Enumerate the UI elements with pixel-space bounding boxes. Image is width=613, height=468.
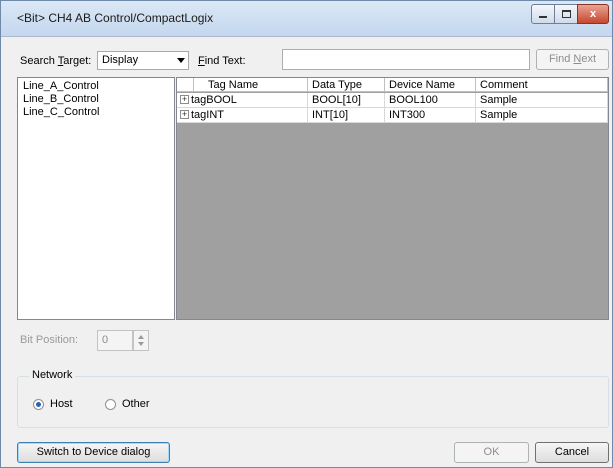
- cell-tag-name: tagINT: [191, 109, 225, 121]
- cell-comment[interactable]: Sample: [476, 93, 608, 108]
- column-header-tag-name[interactable]: Tag Name: [194, 78, 308, 92]
- cancel-button[interactable]: Cancel: [535, 442, 609, 463]
- maximize-button[interactable]: [554, 4, 578, 24]
- find-next-suffix: ext: [581, 53, 597, 65]
- radio-other[interactable]: [105, 399, 116, 410]
- find-text-label-suffix: ind Text:: [204, 55, 246, 67]
- spin-down-icon[interactable]: [138, 342, 144, 346]
- column-header-data-type[interactable]: Data Type: [308, 78, 385, 92]
- bit-position-input[interactable]: 0: [97, 330, 133, 351]
- search-target-select[interactable]: Display: [97, 51, 189, 70]
- row-header-corner: [177, 78, 194, 92]
- minimize-button[interactable]: [531, 4, 555, 24]
- radio-host[interactable]: [33, 399, 44, 410]
- ok-button[interactable]: OK: [454, 442, 529, 463]
- bit-position-label: Bit Position:: [20, 334, 79, 346]
- search-target-label-suffix: arget:: [63, 55, 92, 67]
- search-target-label: Search Target:: [20, 55, 91, 67]
- minimize-icon: [539, 16, 547, 18]
- chevron-down-icon[interactable]: [177, 58, 185, 63]
- list-item[interactable]: Line_A_Control: [23, 80, 99, 92]
- cell-device-name[interactable]: INT300: [385, 108, 476, 123]
- expand-icon[interactable]: +: [180, 110, 189, 119]
- title-bar[interactable]: <Bit> CH4 AB Control/CompactLogix x: [1, 1, 612, 37]
- find-text-input[interactable]: [282, 49, 530, 70]
- cell-tag-name: tagBOOL: [191, 94, 237, 106]
- list-item[interactable]: Line_B_Control: [23, 93, 99, 105]
- tag-browser-dialog: <Bit> CH4 AB Control/CompactLogix x Sear…: [0, 0, 613, 468]
- column-header-comment[interactable]: Comment: [476, 78, 608, 92]
- search-target-label-prefix: Search: [20, 55, 58, 67]
- network-group-title: Network: [29, 369, 76, 381]
- spin-up-icon[interactable]: [138, 335, 144, 339]
- controller-list[interactable]: Line_A_Control Line_B_Control Line_C_Con…: [17, 77, 175, 320]
- search-target-value: Display: [102, 54, 139, 66]
- table-row[interactable]: + tagBOOL: [177, 93, 308, 108]
- find-next-prefix: Find: [548, 53, 574, 65]
- table-row[interactable]: + tagINT: [177, 108, 308, 123]
- cell-comment[interactable]: Sample: [476, 108, 608, 123]
- close-icon: x: [589, 8, 597, 20]
- switch-to-device-button[interactable]: Switch to Device dialog: [17, 442, 170, 463]
- cell-device-name[interactable]: BOOL100: [385, 93, 476, 108]
- find-text-label: Find Text:: [198, 55, 246, 67]
- close-button[interactable]: x: [577, 4, 609, 24]
- radio-other-label[interactable]: Other: [122, 398, 150, 410]
- tag-table[interactable]: Tag Name Data Type Device Name Comment +…: [176, 77, 609, 320]
- window-title: <Bit> CH4 AB Control/CompactLogix: [17, 11, 214, 25]
- column-header-device-name[interactable]: Device Name: [385, 78, 476, 92]
- find-text-label-hotkey: F: [198, 55, 205, 67]
- find-next-button[interactable]: Find Next: [536, 49, 609, 70]
- cell-data-type[interactable]: INT[10]: [308, 108, 385, 123]
- bit-position-spinner[interactable]: [133, 330, 149, 351]
- expand-icon[interactable]: +: [180, 95, 189, 104]
- cell-data-type[interactable]: BOOL[10]: [308, 93, 385, 108]
- radio-host-label[interactable]: Host: [50, 398, 73, 410]
- list-item[interactable]: Line_C_Control: [23, 106, 99, 118]
- maximize-icon: [561, 10, 571, 18]
